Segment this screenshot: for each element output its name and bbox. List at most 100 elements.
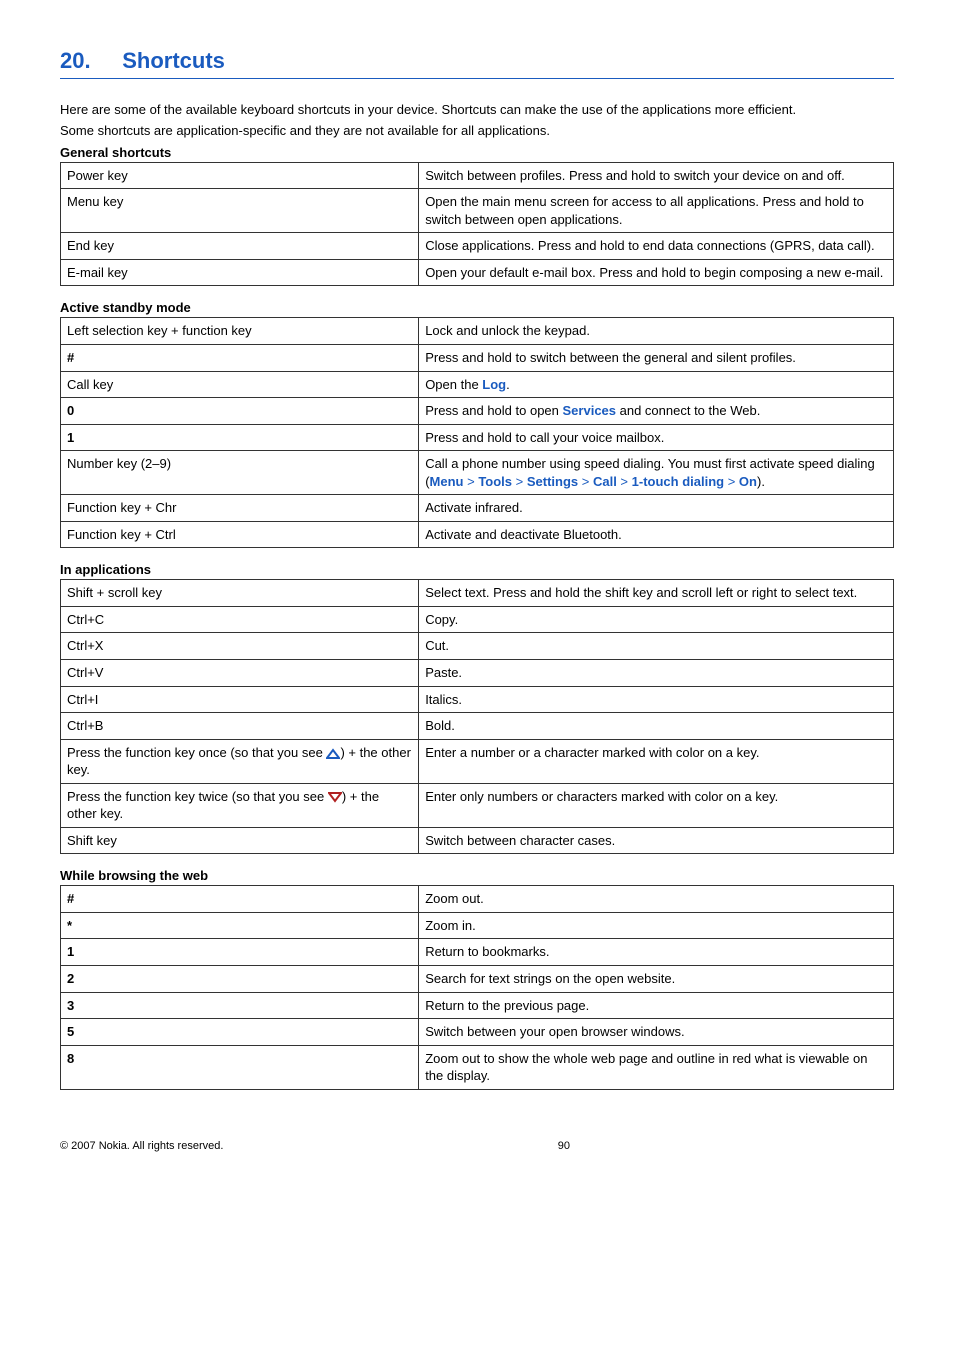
cell-key: Shift + scroll key: [61, 580, 419, 607]
table-row: Ctrl+V Paste.: [61, 659, 894, 686]
function-arrow-up-icon: [326, 748, 340, 759]
section-title: Shortcuts: [122, 48, 225, 74]
cell-key: #: [61, 886, 419, 913]
table-row: 2 Search for text strings on the open we…: [61, 966, 894, 993]
cell-value: Bold.: [419, 713, 894, 740]
cell-value: Cut.: [419, 633, 894, 660]
cell-value: Switch between character cases.: [419, 827, 894, 854]
table-row: Ctrl+I Italics.: [61, 686, 894, 713]
cell-value: Open the Log.: [419, 371, 894, 398]
cell-value: Paste.: [419, 659, 894, 686]
cell-key: 5: [61, 1019, 419, 1046]
section-rule: [60, 78, 894, 79]
table-row: E-mail key Open your default e-mail box.…: [61, 259, 894, 286]
table-row: Call key Open the Log.: [61, 371, 894, 398]
table-row: # Zoom out.: [61, 886, 894, 913]
cell-value: Enter a number or a character marked wit…: [419, 739, 894, 783]
cell-value: Close applications. Press and hold to en…: [419, 233, 894, 260]
table-row: Number key (2–9) Call a phone number usi…: [61, 451, 894, 495]
general-heading: General shortcuts: [60, 145, 894, 160]
cell-key: 8: [61, 1045, 419, 1089]
standby-table: Left selection key + function key Lock a…: [60, 317, 894, 548]
table-row: Ctrl+B Bold.: [61, 713, 894, 740]
cell-key: 3: [61, 992, 419, 1019]
cell-key: Function key + Ctrl: [61, 521, 419, 548]
cell-key: 1: [61, 424, 419, 451]
table-row: Function key + Chr Activate infrared.: [61, 495, 894, 522]
web-table: # Zoom out. * Zoom in. 1 Return to bookm…: [60, 885, 894, 1089]
cell-key: Call key: [61, 371, 419, 398]
table-row: Shift key Switch between character cases…: [61, 827, 894, 854]
menu-path-on[interactable]: On: [739, 474, 757, 489]
table-row: 5 Switch between your open browser windo…: [61, 1019, 894, 1046]
menu-path-1touch[interactable]: 1-touch dialing: [632, 474, 724, 489]
inapp-heading: In applications: [60, 562, 894, 577]
cell-key: Press the function key twice (so that yo…: [61, 783, 419, 827]
menu-path-call[interactable]: Call: [593, 474, 617, 489]
cell-key: Ctrl+B: [61, 713, 419, 740]
cell-value: Open the main menu screen for access to …: [419, 189, 894, 233]
cell-value: Switch between profiles. Press and hold …: [419, 162, 894, 189]
cell-key: 0: [61, 398, 419, 425]
cell-key: #: [61, 344, 419, 371]
cell-value: Italics.: [419, 686, 894, 713]
cell-key: Ctrl+I: [61, 686, 419, 713]
page-footer: © 2007 Nokia. All rights reserved. 90: [60, 1140, 570, 1152]
table-row: 0 Press and hold to open Services and co…: [61, 398, 894, 425]
function-arrow-down-icon: [328, 792, 342, 803]
cell-value: Open your default e-mail box. Press and …: [419, 259, 894, 286]
text: and connect to the Web.: [616, 403, 760, 418]
table-row: End key Close applications. Press and ho…: [61, 233, 894, 260]
intro-line-1: Here are some of the available keyboard …: [60, 101, 894, 120]
table-row: Ctrl+X Cut.: [61, 633, 894, 660]
text: Open the: [425, 377, 482, 392]
text: Press and hold to open: [425, 403, 562, 418]
link-log[interactable]: Log: [482, 377, 506, 392]
table-row: Menu key Open the main menu screen for a…: [61, 189, 894, 233]
cell-value: Zoom out to show the whole web page and …: [419, 1045, 894, 1089]
cell-key: Power key: [61, 162, 419, 189]
cell-value: Switch between your open browser windows…: [419, 1019, 894, 1046]
cell-value: Zoom out.: [419, 886, 894, 913]
text: Press the function key twice (so that yo…: [67, 789, 328, 804]
copyright: © 2007 Nokia. All rights reserved.: [60, 1140, 223, 1152]
cell-value: Call a phone number using speed dialing.…: [419, 451, 894, 495]
cell-key: Function key + Chr: [61, 495, 419, 522]
table-row: # Press and hold to switch between the g…: [61, 344, 894, 371]
cell-value: Lock and unlock the keypad.: [419, 318, 894, 345]
web-heading: While browsing the web: [60, 868, 894, 883]
cell-key: Ctrl+X: [61, 633, 419, 660]
cell-value: Zoom in.: [419, 912, 894, 939]
table-row: Left selection key + function key Lock a…: [61, 318, 894, 345]
section-number: 20.: [60, 48, 91, 74]
cell-value: Activate and deactivate Bluetooth.: [419, 521, 894, 548]
cell-value: Select text. Press and hold the shift ke…: [419, 580, 894, 607]
table-row: 3 Return to the previous page.: [61, 992, 894, 1019]
cell-value: Enter only numbers or characters marked …: [419, 783, 894, 827]
cell-value: Return to the previous page.: [419, 992, 894, 1019]
cell-key: Menu key: [61, 189, 419, 233]
text: ).: [757, 474, 765, 489]
table-row: 8 Zoom out to show the whole web page an…: [61, 1045, 894, 1089]
link-services[interactable]: Services: [563, 403, 617, 418]
table-row: Press the function key twice (so that yo…: [61, 783, 894, 827]
menu-path-settings[interactable]: Settings: [527, 474, 578, 489]
table-row: Function key + Ctrl Activate and deactiv…: [61, 521, 894, 548]
text: .: [506, 377, 510, 392]
cell-value: Copy.: [419, 606, 894, 633]
cell-key: Number key (2–9): [61, 451, 419, 495]
menu-path-tools[interactable]: Tools: [478, 474, 512, 489]
cell-key: 1: [61, 939, 419, 966]
text: Press the function key once (so that you…: [67, 745, 326, 760]
cell-key: *: [61, 912, 419, 939]
cell-value: Press and hold to call your voice mailbo…: [419, 424, 894, 451]
intro-line-2: Some shortcuts are application-specific …: [60, 122, 894, 141]
table-row: 1 Press and hold to call your voice mail…: [61, 424, 894, 451]
cell-key: Press the function key once (so that you…: [61, 739, 419, 783]
cell-value: Press and hold to open Services and conn…: [419, 398, 894, 425]
table-row: 1 Return to bookmarks.: [61, 939, 894, 966]
cell-value: Press and hold to switch between the gen…: [419, 344, 894, 371]
table-row: Power key Switch between profiles. Press…: [61, 162, 894, 189]
menu-path-menu[interactable]: Menu: [430, 474, 464, 489]
inapp-table: Shift + scroll key Select text. Press an…: [60, 579, 894, 854]
